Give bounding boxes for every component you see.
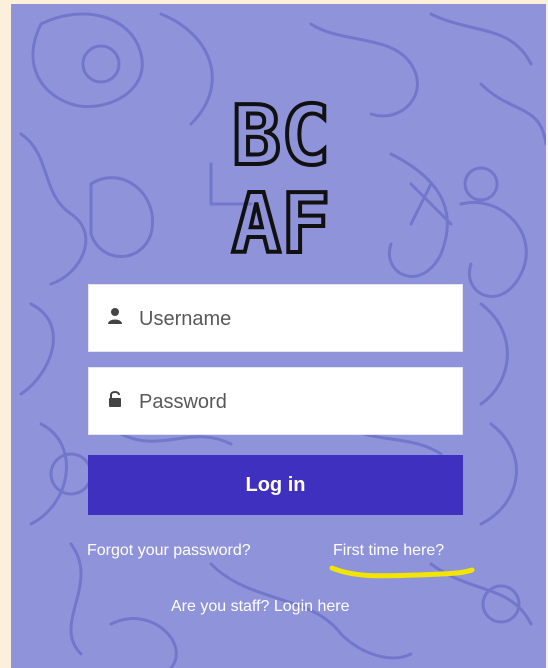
username-field[interactable]: [88, 284, 463, 352]
bcaf-logo: BC AF: [230, 92, 333, 268]
user-icon: [108, 308, 122, 324]
yellow-highlight-underline: [329, 565, 475, 579]
username-input[interactable]: [139, 299, 449, 339]
forgot-password-link[interactable]: Forgot your password?: [87, 542, 251, 560]
password-input[interactable]: [139, 382, 449, 422]
login-panel: BC AF Log in Forgot your password? First…: [11, 4, 546, 668]
staff-login-link[interactable]: Are you staff? Login here: [171, 598, 350, 616]
lock-icon: [109, 391, 121, 407]
logo-text-top: BC: [232, 92, 331, 184]
logo-text-bottom: AF: [232, 177, 331, 268]
first-time-link[interactable]: First time here?: [333, 542, 444, 560]
login-button[interactable]: Log in: [88, 455, 463, 515]
password-field[interactable]: [88, 367, 463, 435]
